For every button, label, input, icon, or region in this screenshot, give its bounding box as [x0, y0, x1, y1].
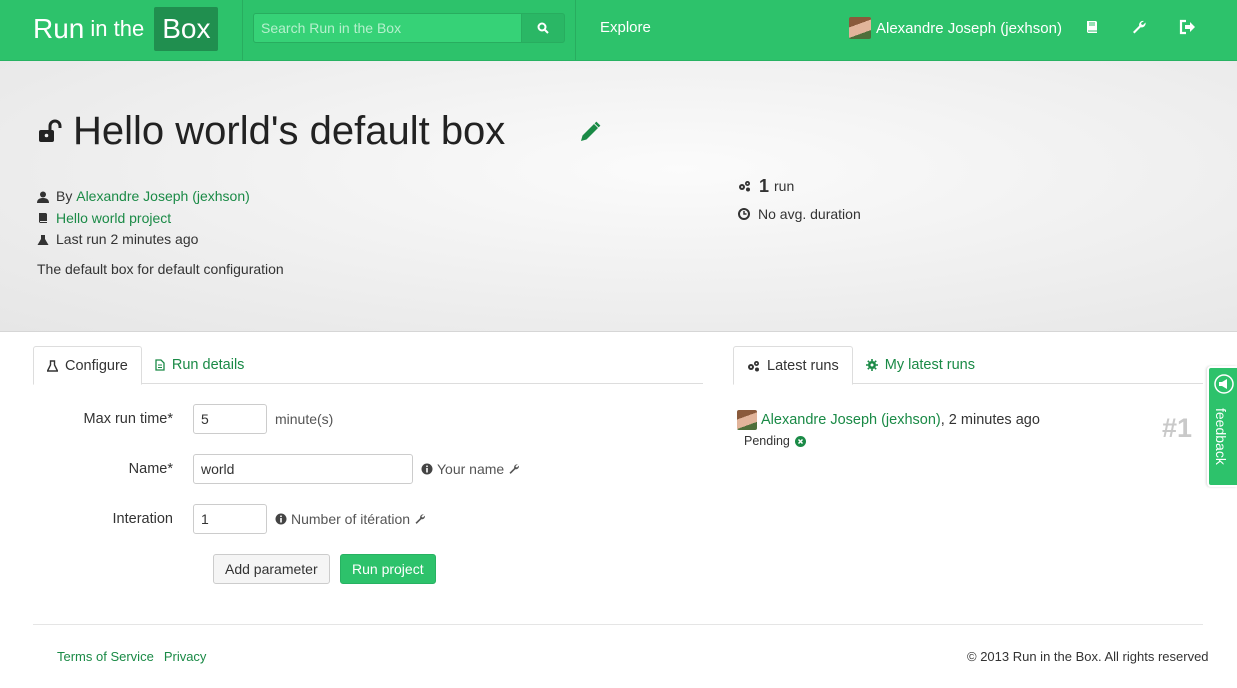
author-link[interactable]: Alexandre Joseph (jexhson) [76, 186, 250, 208]
name-help: Your name [421, 461, 524, 477]
run-user-link[interactable]: Alexandre Joseph (jexhson) [761, 412, 941, 428]
footer-divider [33, 624, 1203, 625]
iteration-label: Interation [112, 511, 173, 527]
max-run-time-input[interactable] [193, 404, 267, 434]
author-row: By Alexandre Joseph (jexhson) [37, 186, 250, 208]
terms-link[interactable]: Terms of Service [57, 649, 154, 664]
tab-latest-runs[interactable]: Latest runs [733, 346, 853, 385]
privacy-link[interactable]: Privacy [164, 649, 207, 664]
run-line: Alexandre Joseph (jexhson) , 2 minutes a… [737, 410, 1040, 430]
megaphone-icon [1214, 374, 1234, 394]
avg-duration-row: No avg. duration [738, 200, 861, 228]
run-status: Pending [744, 434, 806, 448]
add-parameter-button[interactable]: Add parameter [213, 554, 330, 584]
runs-count-row: 1 run [738, 172, 861, 200]
runs-label: run [774, 178, 795, 194]
search-input[interactable] [253, 13, 522, 43]
last-run-row: Last run 2 minutes ago [37, 229, 250, 251]
cogs-icon [748, 360, 759, 371]
iteration-help: Number of itération [275, 511, 430, 527]
cogs-icon [739, 181, 750, 192]
settings-button[interactable] [1130, 18, 1148, 36]
iteration-help-text: Number of itération [291, 511, 411, 527]
copyright: © 2013 Run in the Box. All rights reserv… [967, 649, 1209, 664]
run-project-button[interactable]: Run project [340, 554, 436, 584]
box-title-row: Hello world's default box [37, 109, 505, 154]
flask-icon [37, 234, 49, 245]
iteration-group: Interation Number of itération [33, 504, 430, 534]
name-input[interactable] [193, 454, 413, 484]
file-icon [155, 359, 165, 371]
clock-icon [738, 208, 750, 220]
avatar [737, 410, 757, 430]
page-title: Hello world's default box [73, 109, 506, 153]
nav-divider [242, 0, 243, 60]
tab-run-details[interactable]: Run details [142, 346, 258, 384]
flask-icon [47, 359, 58, 372]
top-navbar: Run in the Box Explore Alexandre Joseph … [0, 0, 1237, 61]
sign-out-icon [1179, 19, 1195, 35]
logout-button[interactable] [1178, 18, 1196, 36]
configure-tabs: Configure Run details [33, 346, 703, 385]
info-icon [421, 463, 433, 475]
info-icon [275, 513, 287, 525]
cog-icon [865, 359, 878, 371]
max-run-time-label: Max run time* [83, 411, 173, 427]
list-item: Alexandre Joseph (jexhson) , 2 minutes a… [737, 410, 1040, 448]
search-button[interactable] [522, 13, 565, 43]
tab-label: Latest runs [767, 357, 839, 374]
pencil-icon [581, 121, 601, 141]
max-run-time-unit: minute(s) [275, 411, 334, 427]
wrench-icon [1133, 20, 1146, 34]
book-icon [39, 213, 47, 224]
tab-my-latest-runs[interactable]: My latest runs [853, 346, 988, 384]
box-stats: 1 run No avg. duration [738, 172, 861, 228]
tab-configure[interactable]: Configure [33, 346, 142, 385]
brand-run: Run [33, 13, 85, 44]
book-icon [1087, 21, 1097, 33]
footer-links: Terms of Service Privacy [57, 649, 206, 664]
name-help-text: Your name [437, 461, 505, 477]
search-form [253, 13, 565, 43]
nav-user-name: Alexandre Joseph (jexhson) [876, 19, 1062, 37]
box-description: The default box for default configuratio… [37, 261, 284, 277]
author-prefix: By [56, 188, 73, 204]
avatar [849, 17, 871, 39]
project-link[interactable]: Hello world project [56, 208, 171, 230]
status-badge: Pending [744, 434, 790, 448]
runs-count: 1 [759, 175, 770, 196]
project-row: Hello world project [37, 208, 250, 230]
tab-label: My latest runs [884, 357, 975, 373]
avg-duration: No avg. duration [758, 206, 861, 222]
docs-button[interactable] [1083, 18, 1101, 36]
tab-label: Run details [171, 357, 245, 373]
run-number: #1 [1162, 413, 1193, 443]
name-label: Name* [128, 461, 173, 477]
feedback-label: feedback [1213, 408, 1229, 465]
brand-logo[interactable]: Run in the Box [33, 4, 219, 54]
run-time: , 2 minutes ago [940, 412, 1040, 428]
nav-explore-link[interactable]: Explore [600, 19, 651, 36]
last-run-text: Last run 2 minutes ago [56, 231, 199, 247]
wrench-icon[interactable] [414, 513, 426, 525]
wrench-icon[interactable] [508, 463, 520, 475]
unlock-icon [39, 119, 62, 142]
name-group: Name* Your name [33, 454, 524, 484]
user-icon [37, 191, 49, 203]
feedback-tab[interactable]: feedback [1207, 366, 1237, 487]
max-run-time-group: Max run time* minute(s) [33, 404, 333, 434]
box-meta: By Alexandre Joseph (jexhson) Hello worl… [37, 186, 250, 251]
nav-divider [575, 0, 576, 60]
tab-label: Configure [65, 357, 128, 374]
remove-icon[interactable] [794, 435, 806, 447]
runs-tabs: Latest runs My latest runs [733, 346, 1203, 385]
search-icon [537, 22, 549, 34]
brand-in-the: in the [90, 16, 145, 41]
box-header: Hello world's default box By Alexandre J… [0, 61, 1237, 332]
nav-user-link[interactable]: Alexandre Joseph (jexhson) [849, 17, 1062, 39]
edit-title-button[interactable] [578, 120, 602, 147]
brand-box: Box [154, 7, 219, 51]
iteration-input[interactable] [193, 504, 267, 534]
